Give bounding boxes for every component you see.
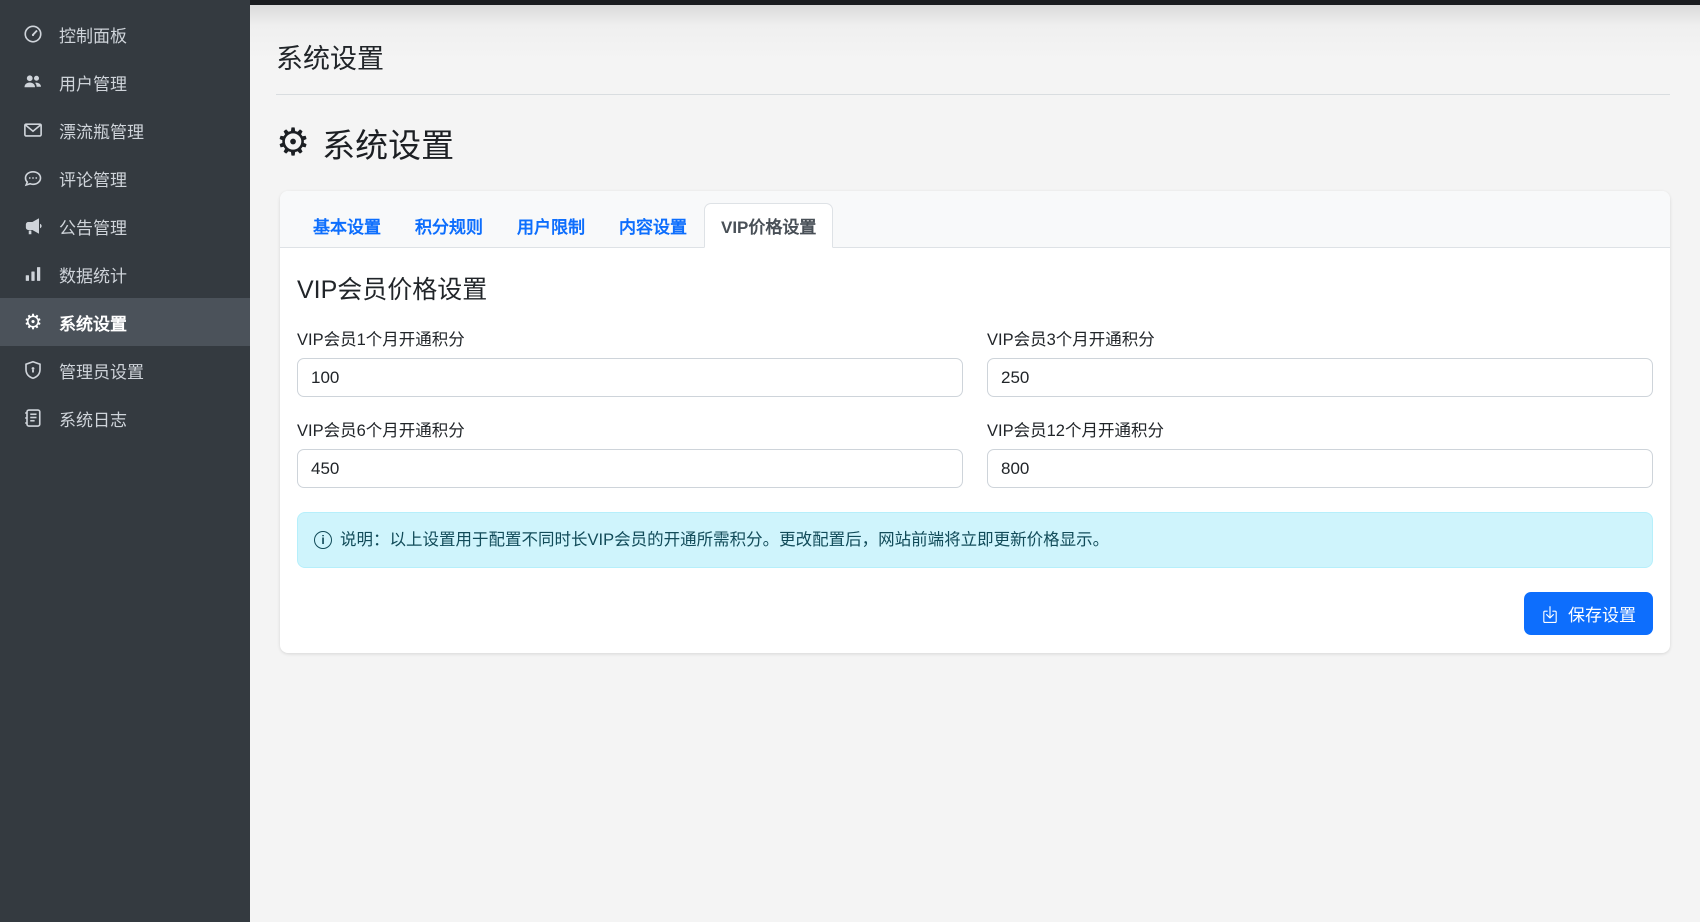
vip-3-month-input[interactable] xyxy=(987,358,1653,397)
page-title: 系统设置 xyxy=(276,37,1670,76)
header-divider xyxy=(276,94,1670,95)
vip-12-month-label: VIP会员12个月开通积分 xyxy=(987,417,1653,441)
sidebar-item-label: 评论管理 xyxy=(59,166,127,191)
vip-6-month-label: VIP会员6个月开通积分 xyxy=(297,417,963,441)
vip-12-month-input[interactable] xyxy=(987,449,1653,488)
save-settings-label: 保存设置 xyxy=(1568,601,1636,626)
sidebar-item-label: 管理员设置 xyxy=(59,358,144,383)
tab-basic-settings[interactable]: 基本设置 xyxy=(296,203,398,248)
vip-3-month-label: VIP会员3个月开通积分 xyxy=(987,326,1653,350)
envelope-icon xyxy=(22,119,44,141)
section-title: VIP会员价格设置 xyxy=(297,270,1653,306)
card-title-row: ⚙ 系统设置 xyxy=(276,119,1670,167)
sidebar-item-bottles[interactable]: 漂流瓶管理 xyxy=(0,106,250,154)
journal-icon xyxy=(22,407,44,429)
bar-chart-icon xyxy=(22,263,44,285)
sidebar-item-logs[interactable]: 系统日志 xyxy=(0,394,250,442)
sidebar-item-admins[interactable]: 管理员设置 xyxy=(0,346,250,394)
sidebar-item-label: 数据统计 xyxy=(59,262,127,287)
sidebar-item-announcements[interactable]: 公告管理 xyxy=(0,202,250,250)
sidebar-item-comments[interactable]: 评论管理 xyxy=(0,154,250,202)
sidebar: 控制面板 用户管理 漂流瓶管理 xyxy=(0,0,250,922)
info-alert-text: 说明：以上设置用于配置不同时长VIP会员的开通所需积分。更改配置后，网站前端将立… xyxy=(340,529,1109,551)
sidebar-item-label: 漂流瓶管理 xyxy=(59,118,144,143)
card-title: 系统设置 xyxy=(322,119,454,167)
vip-price-form: VIP会员1个月开通积分 VIP会员3个月开通积分 VIP会员6个月开通积分 V… xyxy=(297,326,1653,488)
field-vip-12-month: VIP会员12个月开通积分 xyxy=(987,417,1653,488)
sidebar-item-users[interactable]: 用户管理 xyxy=(0,58,250,106)
sidebar-item-settings[interactable]: ⚙ 系统设置 xyxy=(0,298,250,346)
settings-card: 基本设置 积分规则 用户限制 内容设置 VIP价格设置 VIP会员价格设置 VI… xyxy=(280,191,1670,653)
vip-1-month-label: VIP会员1个月开通积分 xyxy=(297,326,963,350)
box-arrow-in-down-icon xyxy=(1541,605,1559,623)
sidebar-item-label: 系统日志 xyxy=(59,406,127,431)
field-vip-6-month: VIP会员6个月开通积分 xyxy=(297,417,963,488)
gear-icon: ⚙ xyxy=(276,124,310,162)
info-circle-icon: i xyxy=(314,531,332,549)
vip-1-month-input[interactable] xyxy=(297,358,963,397)
main-content: 系统设置 ⚙ 系统设置 基本设置 积分规则 用户限制 内容设置 VIP价格设置 … xyxy=(250,0,1700,922)
sidebar-item-label: 系统设置 xyxy=(59,310,127,335)
vip-6-month-input[interactable] xyxy=(297,449,963,488)
info-alert: i 说明：以上设置用于配置不同时长VIP会员的开通所需积分。更改配置后，网站前端… xyxy=(297,512,1653,568)
shield-icon xyxy=(22,359,44,381)
tab-content-settings[interactable]: 内容设置 xyxy=(602,203,704,248)
megaphone-icon xyxy=(22,215,44,237)
tab-points-rules[interactable]: 积分规则 xyxy=(398,203,500,248)
comment-icon xyxy=(22,167,44,189)
tab-user-limits[interactable]: 用户限制 xyxy=(500,203,602,248)
users-icon xyxy=(22,71,44,93)
tab-vip-price-settings[interactable]: VIP价格设置 xyxy=(704,203,833,248)
sidebar-item-dashboard[interactable]: 控制面板 xyxy=(0,10,250,58)
dashboard-icon xyxy=(22,23,44,45)
gear-icon: ⚙ xyxy=(22,311,44,333)
sidebar-item-label: 用户管理 xyxy=(59,70,127,95)
sidebar-item-statistics[interactable]: 数据统计 xyxy=(0,250,250,298)
save-settings-button[interactable]: 保存设置 xyxy=(1524,592,1653,635)
field-vip-3-month: VIP会员3个月开通积分 xyxy=(987,326,1653,397)
settings-tabs: 基本设置 积分规则 用户限制 内容设置 VIP价格设置 xyxy=(280,191,1670,248)
field-vip-1-month: VIP会员1个月开通积分 xyxy=(297,326,963,397)
sidebar-item-label: 控制面板 xyxy=(59,22,127,47)
sidebar-item-label: 公告管理 xyxy=(59,214,127,239)
